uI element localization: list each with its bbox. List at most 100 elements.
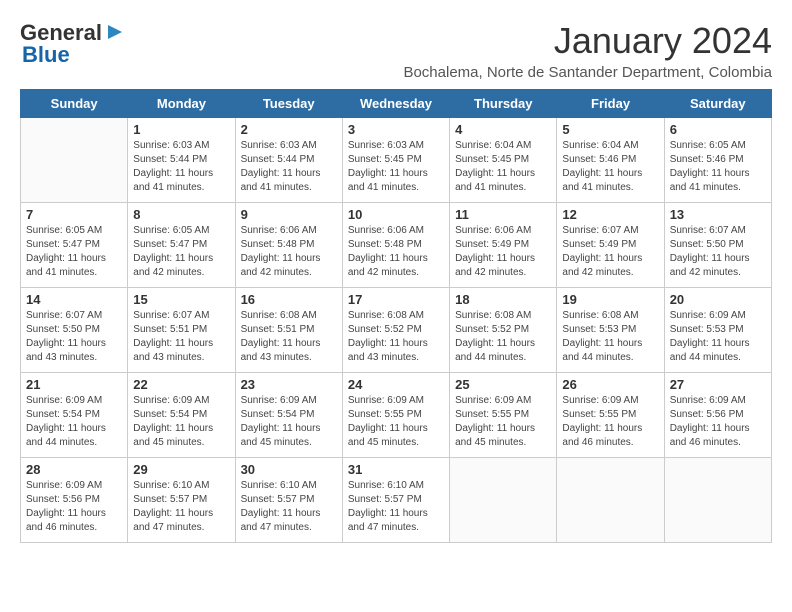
day-info: Sunrise: 6:07 AMSunset: 5:50 PMDaylight:… [670,224,766,280]
calendar-day-cell: 30 Sunrise: 6:10 AMSunset: 5:57 PMDayligh… [235,458,342,543]
month-title: January 2024 [403,20,772,62]
day-info: Sunrise: 6:03 AMSunset: 5:44 PMDaylight:… [133,139,229,195]
day-number: 14 [26,292,122,307]
calendar-day-cell: 7 Sunrise: 6:05 AMSunset: 5:47 PMDaylight… [21,203,128,288]
day-info: Sunrise: 6:05 AMSunset: 5:47 PMDaylight:… [26,224,122,280]
calendar-day-cell: 8 Sunrise: 6:05 AMSunset: 5:47 PMDaylight… [128,203,235,288]
day-number: 12 [562,207,658,222]
page-header: General Blue January 2024 Bochalema, Nor… [20,20,772,81]
calendar-day-cell: 29 Sunrise: 6:10 AMSunset: 5:57 PMDayligh… [128,458,235,543]
day-number: 26 [562,377,658,392]
weekday-header-thursday: Thursday [450,90,557,118]
day-info: Sunrise: 6:10 AMSunset: 5:57 PMDaylight:… [348,479,444,535]
day-number: 18 [455,292,551,307]
calendar-day-cell: 10Sunrise: 6:06 AMSunset: 5:48 PMDayligh… [342,203,449,288]
day-number: 21 [26,377,122,392]
calendar-table: SundayMondayTuesdayWednesdayThursdayFrid… [20,89,772,543]
day-info: Sunrise: 6:04 AMSunset: 5:46 PMDaylight:… [562,139,658,195]
day-info: Sunrise: 6:09 AMSunset: 5:54 PMDaylight:… [241,394,337,450]
day-number: 20 [670,292,766,307]
calendar-day-cell: 19 Sunrise: 6:08 AMSunset: 5:53 PMDayligh… [557,288,664,373]
location-subtitle: Bochalema, Norte de Santander Department… [403,64,772,81]
day-info: Sunrise: 6:05 AMSunset: 5:47 PMDaylight:… [133,224,229,280]
day-info: Sunrise: 6:03 AMSunset: 5:45 PMDaylight:… [348,139,444,195]
day-number: 16 [241,292,337,307]
calendar-day-cell: 1Sunrise: 6:03 AMSunset: 5:44 PMDaylight… [128,118,235,203]
day-info: Sunrise: 6:09 AMSunset: 5:54 PMDaylight:… [133,394,229,450]
day-number: 4 [455,122,551,137]
day-info: Sunrise: 6:06 AMSunset: 5:48 PMDaylight:… [241,224,337,280]
calendar-day-cell: 12 Sunrise: 6:07 AMSunset: 5:49 PMDayligh… [557,203,664,288]
calendar-week-row: 1Sunrise: 6:03 AMSunset: 5:44 PMDaylight… [21,118,772,203]
calendar-day-cell: 24Sunrise: 6:09 AMSunset: 5:55 PMDayligh… [342,373,449,458]
day-number: 27 [670,377,766,392]
calendar-day-cell: 17Sunrise: 6:08 AMSunset: 5:52 PMDayligh… [342,288,449,373]
day-number: 23 [241,377,337,392]
day-number: 17 [348,292,444,307]
day-info: Sunrise: 6:09 AMSunset: 5:56 PMDaylight:… [670,394,766,450]
weekday-header-monday: Monday [128,90,235,118]
calendar-day-cell [450,458,557,543]
logo-blue: Blue [22,42,70,68]
day-number: 29 [133,462,229,477]
day-info: Sunrise: 6:09 AMSunset: 5:55 PMDaylight:… [455,394,551,450]
day-info: Sunrise: 6:08 AMSunset: 5:53 PMDaylight:… [562,309,658,365]
calendar-day-cell [21,118,128,203]
calendar-day-cell: 9 Sunrise: 6:06 AMSunset: 5:48 PMDaylight… [235,203,342,288]
day-number: 6 [670,122,766,137]
calendar-day-cell: 23 Sunrise: 6:09 AMSunset: 5:54 PMDayligh… [235,373,342,458]
day-number: 8 [133,207,229,222]
logo: General Blue [20,20,126,68]
calendar-week-row: 14 Sunrise: 6:07 AMSunset: 5:50 PMDayligh… [21,288,772,373]
calendar-day-cell: 2 Sunrise: 6:03 AMSunset: 5:44 PMDaylight… [235,118,342,203]
day-info: Sunrise: 6:07 AMSunset: 5:49 PMDaylight:… [562,224,658,280]
weekday-header-saturday: Saturday [664,90,771,118]
day-info: Sunrise: 6:10 AMSunset: 5:57 PMDaylight:… [241,479,337,535]
day-number: 2 [241,122,337,137]
calendar-day-cell: 13 Sunrise: 6:07 AMSunset: 5:50 PMDayligh… [664,203,771,288]
day-number: 5 [562,122,658,137]
day-number: 22 [133,377,229,392]
calendar-day-cell: 16 Sunrise: 6:08 AMSunset: 5:51 PMDayligh… [235,288,342,373]
day-info: Sunrise: 6:09 AMSunset: 5:53 PMDaylight:… [670,309,766,365]
calendar-day-cell: 21 Sunrise: 6:09 AMSunset: 5:54 PMDayligh… [21,373,128,458]
calendar-day-cell: 31 Sunrise: 6:10 AMSunset: 5:57 PMDayligh… [342,458,449,543]
calendar-day-cell: 6 Sunrise: 6:05 AMSunset: 5:46 PMDaylight… [664,118,771,203]
day-number: 7 [26,207,122,222]
day-info: Sunrise: 6:07 AMSunset: 5:51 PMDaylight:… [133,309,229,365]
day-info: Sunrise: 6:05 AMSunset: 5:46 PMDaylight:… [670,139,766,195]
calendar-day-cell: 28 Sunrise: 6:09 AMSunset: 5:56 PMDayligh… [21,458,128,543]
day-number: 28 [26,462,122,477]
calendar-day-cell: 20 Sunrise: 6:09 AMSunset: 5:53 PMDayligh… [664,288,771,373]
day-number: 9 [241,207,337,222]
calendar-day-cell: 15Sunrise: 6:07 AMSunset: 5:51 PMDayligh… [128,288,235,373]
logo-arrow-icon [104,21,126,43]
day-number: 11 [455,207,551,222]
calendar-day-cell: 18 Sunrise: 6:08 AMSunset: 5:52 PMDayligh… [450,288,557,373]
day-info: Sunrise: 6:09 AMSunset: 5:56 PMDaylight:… [26,479,122,535]
day-info: Sunrise: 6:09 AMSunset: 5:54 PMDaylight:… [26,394,122,450]
calendar-day-cell: 27 Sunrise: 6:09 AMSunset: 5:56 PMDayligh… [664,373,771,458]
calendar-day-cell: 4 Sunrise: 6:04 AMSunset: 5:45 PMDaylight… [450,118,557,203]
day-info: Sunrise: 6:06 AMSunset: 5:49 PMDaylight:… [455,224,551,280]
day-info: Sunrise: 6:03 AMSunset: 5:44 PMDaylight:… [241,139,337,195]
day-info: Sunrise: 6:08 AMSunset: 5:51 PMDaylight:… [241,309,337,365]
day-number: 31 [348,462,444,477]
day-number: 30 [241,462,337,477]
calendar-day-cell: 26Sunrise: 6:09 AMSunset: 5:55 PMDayligh… [557,373,664,458]
day-info: Sunrise: 6:07 AMSunset: 5:50 PMDaylight:… [26,309,122,365]
calendar-week-row: 21 Sunrise: 6:09 AMSunset: 5:54 PMDayligh… [21,373,772,458]
day-info: Sunrise: 6:08 AMSunset: 5:52 PMDaylight:… [455,309,551,365]
weekday-header-row: SundayMondayTuesdayWednesdayThursdayFrid… [21,90,772,118]
day-number: 19 [562,292,658,307]
day-number: 13 [670,207,766,222]
calendar-day-cell [557,458,664,543]
calendar-week-row: 28 Sunrise: 6:09 AMSunset: 5:56 PMDayligh… [21,458,772,543]
day-number: 3 [348,122,444,137]
day-info: Sunrise: 6:04 AMSunset: 5:45 PMDaylight:… [455,139,551,195]
day-info: Sunrise: 6:10 AMSunset: 5:57 PMDaylight:… [133,479,229,535]
title-area: January 2024 Bochalema, Norte de Santand… [403,20,772,81]
day-number: 10 [348,207,444,222]
weekday-header-friday: Friday [557,90,664,118]
calendar-day-cell: 14 Sunrise: 6:07 AMSunset: 5:50 PMDayligh… [21,288,128,373]
